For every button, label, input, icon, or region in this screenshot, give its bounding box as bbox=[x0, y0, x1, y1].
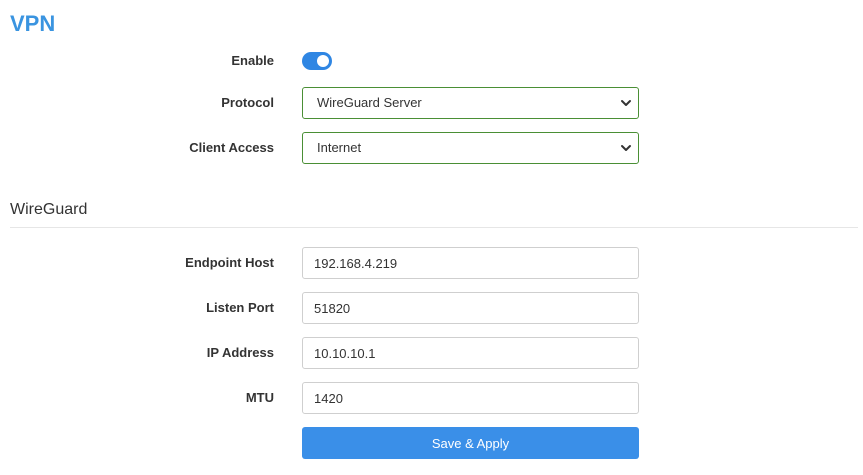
section-divider bbox=[10, 227, 858, 228]
client-access-label: Client Access bbox=[189, 140, 274, 155]
listen-port-field-box bbox=[302, 292, 639, 324]
vpn-settings-page: VPN Enable Protocol WireGuard Server Cli… bbox=[0, 0, 863, 475]
mtu-row: MTU bbox=[0, 382, 863, 414]
ip-address-label: IP Address bbox=[206, 345, 274, 360]
save-apply-button[interactable]: Save & Apply bbox=[302, 427, 639, 459]
protocol-row: Protocol WireGuard Server bbox=[0, 87, 863, 119]
mtu-field-box bbox=[302, 382, 639, 414]
ip-address-field[interactable] bbox=[303, 338, 624, 368]
chevron-down-icon bbox=[621, 145, 631, 151]
protocol-label: Protocol bbox=[221, 95, 274, 110]
client-access-row: Client Access Internet bbox=[0, 132, 863, 164]
listen-port-field[interactable] bbox=[303, 293, 624, 323]
enable-label: Enable bbox=[231, 53, 274, 68]
client-access-select-value: Internet bbox=[317, 140, 362, 155]
endpoint-host-field-box bbox=[302, 247, 639, 279]
endpoint-host-label: Endpoint Host bbox=[185, 255, 274, 270]
enable-toggle[interactable] bbox=[302, 52, 332, 70]
mtu-label: MTU bbox=[245, 390, 274, 405]
page-title: VPN bbox=[10, 11, 56, 36]
listen-port-row: Listen Port bbox=[0, 292, 863, 324]
listen-port-label: Listen Port bbox=[206, 300, 274, 315]
section-title-wireguard: WireGuard bbox=[10, 201, 88, 218]
enable-row: Enable bbox=[0, 45, 863, 77]
ip-address-field-box bbox=[302, 337, 639, 369]
chevron-down-icon bbox=[621, 100, 631, 106]
mtu-field[interactable] bbox=[303, 383, 624, 413]
endpoint-host-field[interactable] bbox=[303, 248, 624, 278]
toggle-knob bbox=[317, 55, 329, 67]
client-access-select[interactable]: Internet bbox=[302, 132, 639, 164]
protocol-select-value: WireGuard Server bbox=[317, 95, 422, 110]
protocol-select[interactable]: WireGuard Server bbox=[302, 87, 639, 119]
endpoint-host-row: Endpoint Host bbox=[0, 247, 863, 279]
ip-address-row: IP Address bbox=[0, 337, 863, 369]
